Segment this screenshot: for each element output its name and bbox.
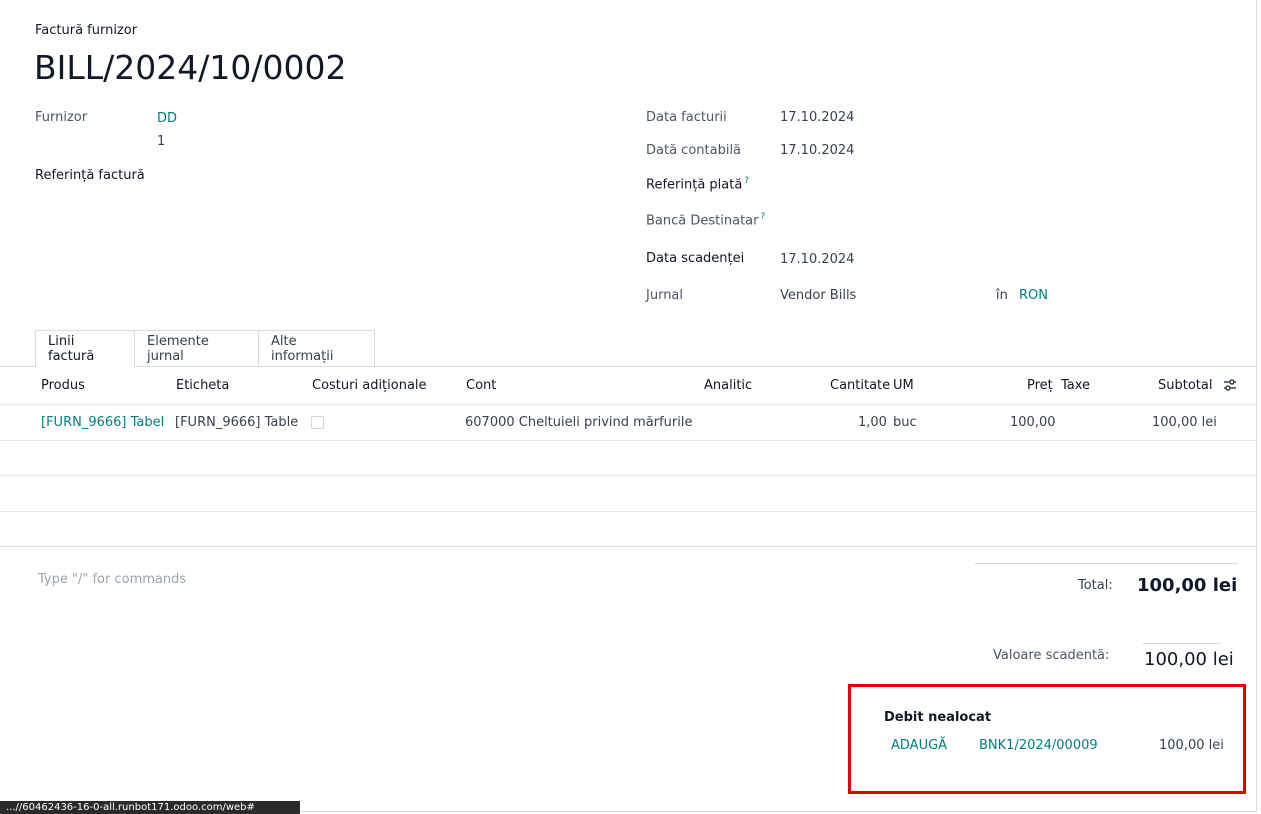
recipient-bank-label-text: Bancă Destinatar bbox=[646, 213, 759, 229]
accounting-date-label: Dată contabilă bbox=[646, 143, 742, 158]
column-header-price[interactable]: Preț bbox=[1027, 378, 1053, 393]
column-header-product[interactable]: Produs bbox=[41, 378, 85, 393]
payment-reference-input[interactable] bbox=[780, 174, 1220, 194]
vendor-address: 1 bbox=[157, 134, 166, 149]
tab-invoice-lines[interactable]: Linii factură bbox=[35, 330, 135, 367]
column-header-account[interactable]: Cont bbox=[466, 378, 496, 393]
tab-underline-right bbox=[135, 366, 1257, 367]
currency-field[interactable]: RON bbox=[1019, 288, 1048, 303]
currency-prefix: în bbox=[996, 288, 1008, 303]
row-account[interactable]: 607000 Cheltuieli privind mărfurile bbox=[465, 415, 692, 430]
row-quantity[interactable]: 1,00 bbox=[858, 415, 887, 430]
tab-other-info-label: Alte informații bbox=[271, 333, 334, 364]
journal-field[interactable]: Vendor Bills bbox=[780, 288, 856, 303]
column-header-analytic[interactable]: Analitic bbox=[704, 378, 752, 393]
row-label[interactable]: [FURN_9666] Table bbox=[175, 415, 298, 430]
status-bar-url: ...//60462436-16-0-all.runbot171.odoo.co… bbox=[0, 801, 300, 814]
amount-due-label: Valoare scadentă: bbox=[993, 648, 1110, 663]
notes-editor[interactable]: Type "/" for commands bbox=[38, 572, 186, 587]
column-settings-icon[interactable] bbox=[1222, 377, 1238, 393]
row-divider bbox=[0, 511, 1257, 512]
tab-other-info[interactable]: Alte informații bbox=[258, 330, 375, 366]
column-header-taxes[interactable]: Taxe bbox=[1061, 378, 1090, 393]
accounting-date-field[interactable]: 17.10.2024 bbox=[780, 143, 854, 158]
row-subtotal: 100,00 lei bbox=[1152, 415, 1217, 430]
tab-underline-left bbox=[0, 366, 35, 367]
document-type-label: Factură furnizor bbox=[35, 23, 138, 38]
due-date-label: Data scadenței bbox=[646, 251, 745, 266]
header-divider bbox=[0, 404, 1257, 405]
column-header-uom[interactable]: UM bbox=[893, 378, 914, 393]
tab-invoice-lines-label: Linii factură bbox=[48, 334, 95, 364]
help-icon[interactable]: ? bbox=[744, 176, 749, 186]
column-header-quantity[interactable]: Cantitate bbox=[830, 378, 890, 393]
due-date-field[interactable]: 17.10.2024 bbox=[780, 252, 854, 267]
payment-reference-label: Referință plată? bbox=[646, 176, 749, 192]
help-icon[interactable]: ? bbox=[760, 212, 765, 222]
bill-reference-label: Referință factură bbox=[35, 168, 145, 183]
invoice-date-label: Data facturii bbox=[646, 110, 727, 125]
journal-label: Jurnal bbox=[646, 288, 684, 303]
bill-reference-input[interactable] bbox=[157, 166, 597, 186]
row-extra-costs-checkbox[interactable] bbox=[311, 416, 324, 429]
amount-due-divider bbox=[1143, 643, 1221, 644]
total-label: Total: bbox=[1078, 578, 1113, 593]
totals-top-divider bbox=[975, 563, 1238, 564]
recipient-bank-input[interactable] bbox=[780, 210, 1220, 230]
payment-reference-label-text: Referință plată bbox=[646, 177, 743, 193]
tab-journal-items-label: Elemente jurnal bbox=[147, 333, 209, 364]
vendor-link[interactable]: DD bbox=[157, 111, 177, 126]
column-header-label[interactable]: Eticheta bbox=[176, 378, 229, 393]
row-divider bbox=[0, 440, 1257, 441]
recipient-bank-label: Bancă Destinatar? bbox=[646, 212, 765, 228]
row-product-link[interactable]: [FURN_9666] Tabel bbox=[41, 415, 164, 430]
document-number: BILL/2024/10/0002 bbox=[34, 48, 347, 87]
table-bottom-divider bbox=[0, 546, 1257, 547]
total-value: 100,00 lei bbox=[1137, 575, 1238, 596]
highlight-box bbox=[848, 684, 1246, 794]
column-header-subtotal[interactable]: Subtotal bbox=[1158, 378, 1212, 393]
vendor-label: Furnizor bbox=[35, 110, 88, 125]
row-divider bbox=[0, 475, 1257, 476]
row-price[interactable]: 100,00 bbox=[1010, 415, 1056, 430]
tab-journal-items[interactable]: Elemente jurnal bbox=[135, 330, 259, 366]
amount-due-value: 100,00 lei bbox=[1144, 649, 1234, 670]
invoice-date-field[interactable]: 17.10.2024 bbox=[780, 110, 854, 125]
row-uom[interactable]: buc bbox=[893, 415, 917, 430]
column-header-extra-costs[interactable]: Costuri adiționale bbox=[312, 378, 427, 393]
